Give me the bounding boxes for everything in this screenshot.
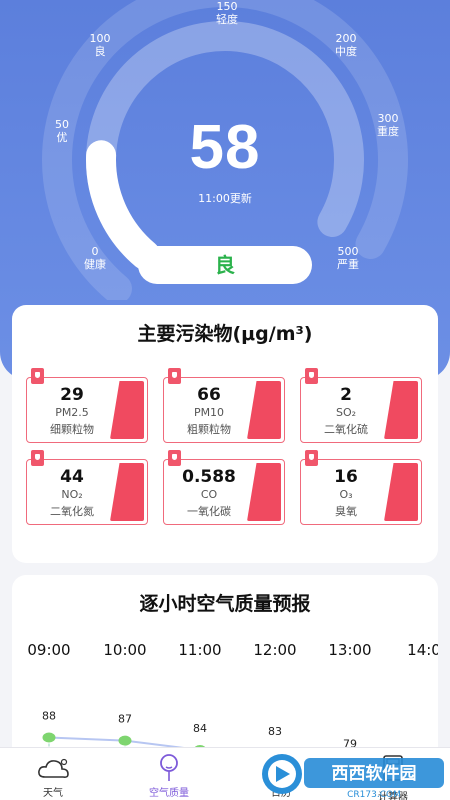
aqi-grade-badge[interactable]: 良 <box>138 246 312 284</box>
aqi-value: 58 <box>189 113 261 182</box>
pollutants-card: 主要污染物(μg/m³) 29 PM2.5 细颗粒物 66 PM10 粗颗粒物 2 SO₂ 二氧… <box>12 305 438 563</box>
pollutant-name: PM2.5 <box>55 406 89 419</box>
scale-value: 200 <box>335 32 357 45</box>
forecast-value-label: 88 <box>42 710 56 723</box>
forecast-time-label: 14:0 <box>407 641 438 659</box>
gauge-scale-label: 100 良 <box>70 32 130 58</box>
forecast-point <box>42 732 56 743</box>
gauge-scale-label: 200 中度 <box>316 32 376 58</box>
forecast-value-label: 84 <box>193 722 207 735</box>
gauge-scale-label: 500 严重 <box>318 245 378 271</box>
scale-value: 100 <box>89 32 111 45</box>
forecast-value-label: 87 <box>118 713 132 726</box>
pollutant-name: O₃ <box>339 488 353 501</box>
pollutant-tag-icon <box>168 368 181 384</box>
watermark-brand: 西西软件园 <box>332 763 417 784</box>
pollutant-name: PM10 <box>193 406 225 419</box>
pollutant-cn-name: 臭氧 <box>335 505 357 518</box>
scale-label-text: 良 <box>94 45 106 58</box>
scale-value: 300 <box>377 112 399 125</box>
pollutant-name: NO₂ <box>61 488 83 501</box>
pollutant-value: 2 <box>340 385 352 405</box>
scale-label-text: 严重 <box>337 258 359 271</box>
scale-value: 500 <box>337 245 359 258</box>
pollutant-value: 0.588 <box>182 467 236 487</box>
pollutant-tile[interactable]: 16 O₃ 臭氧 <box>300 450 422 525</box>
cloud-icon <box>38 758 69 778</box>
pollutant-tag-icon <box>305 450 318 466</box>
pollutant-tag-icon <box>168 450 181 466</box>
scale-label-text: 优 <box>56 131 68 144</box>
pollutant-cn-name: 细颗粒物 <box>50 423 94 436</box>
watermark-logo: 西西软件园 CR173.COM <box>262 754 444 800</box>
gauge-scale-label: 0 健康 <box>65 245 125 271</box>
update-time: 11:00更新 <box>198 192 252 205</box>
gauge-scale-label: 150 轻度 <box>197 0 257 26</box>
gauge-scale-label: 50 优 <box>32 118 92 144</box>
pollutant-value: 66 <box>197 385 221 405</box>
forecast-time-label: 11:00 <box>178 641 221 659</box>
pollutant-tile[interactable]: 44 NO₂ 二氧化氮 <box>26 450 148 525</box>
pollutant-tag-icon <box>31 450 44 466</box>
scale-value: 150 <box>216 0 238 13</box>
pollutant-tile[interactable]: 2 SO₂ 二氧化硫 <box>300 368 422 443</box>
balloon-icon <box>160 754 178 781</box>
scale-value: 0 <box>91 245 99 258</box>
pollutant-cn-name: 一氧化碳 <box>187 505 231 518</box>
tab-weather[interactable]: 天气 <box>8 748 98 800</box>
scale-label-text: 重度 <box>377 125 399 138</box>
gauge-scale-label: 300 重度 <box>358 112 418 138</box>
forecast-time-label: 10:00 <box>103 641 146 659</box>
pollutant-value: 16 <box>334 467 358 487</box>
forecast-time-label: 13:00 <box>328 641 371 659</box>
pollutant-name: CO <box>200 488 218 501</box>
pollutant-tile[interactable]: 0.588 CO 一氧化碳 <box>163 450 285 525</box>
pollutant-tile[interactable]: 29 PM2.5 细颗粒物 <box>26 368 148 443</box>
scale-value: 50 <box>55 118 69 131</box>
scale-label-text: 健康 <box>84 258 106 271</box>
pollutant-cn-name: 二氧化硫 <box>324 423 368 436</box>
forecast-time-label: 12:00 <box>253 641 296 659</box>
scale-label-text: 轻度 <box>216 13 238 26</box>
pollutant-tag-icon <box>305 368 318 384</box>
pollutants-title: 主要污染物(μg/m³) <box>137 323 313 345</box>
forecast-value-label: 83 <box>268 725 282 738</box>
forecast-point <box>118 735 132 746</box>
tab-weather-label: 天气 <box>43 788 63 799</box>
forecast-time-label: 09:00 <box>27 641 70 659</box>
pollutant-name: SO₂ <box>335 406 357 419</box>
pollutant-cn-name: 粗颗粒物 <box>187 423 231 436</box>
tab-air-quality-label: 空气质量 <box>149 788 189 799</box>
pollutant-value: 44 <box>60 467 84 487</box>
pollutant-cn-name: 二氧化氮 <box>50 505 94 518</box>
pollutant-value: 29 <box>60 385 84 405</box>
pollutant-tile[interactable]: 66 PM10 粗颗粒物 <box>163 368 285 443</box>
pollutant-tag-icon <box>31 368 44 384</box>
tab-air-quality[interactable]: 空气质量 <box>124 748 214 800</box>
scale-label-text: 中度 <box>335 45 357 58</box>
watermark-domain: CR173.COM <box>347 790 401 800</box>
